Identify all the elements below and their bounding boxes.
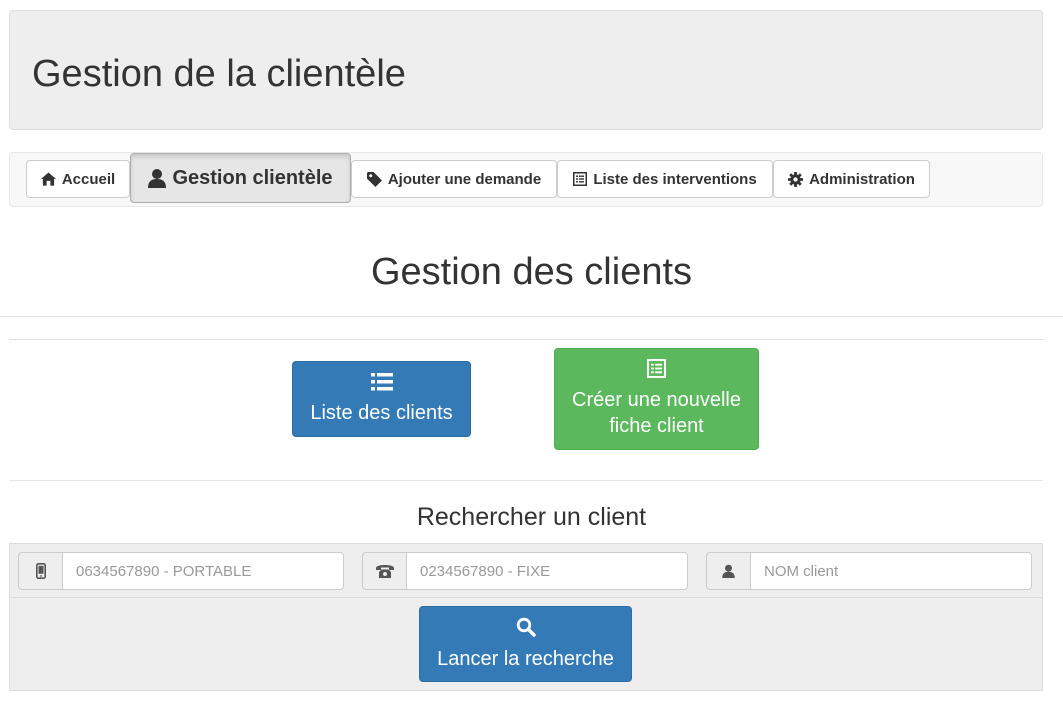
mobile-input-group (18, 552, 344, 590)
name-input-group (706, 552, 1032, 590)
search-submit-label: Lancer la recherche (437, 647, 614, 670)
nav-administration-label: Administration (809, 170, 915, 188)
nav-liste-interventions-label: Liste des interventions (593, 170, 757, 188)
search-icon (516, 617, 536, 644)
create-client-button[interactable]: Créer une nouvelle fiche client (554, 348, 759, 450)
header-jumbotron: Gestion de la clientèle (9, 10, 1043, 130)
list-alt-icon (573, 172, 588, 186)
create-client-label-line1: Créer une nouvelle (572, 389, 741, 411)
landline-phone-input[interactable] (406, 552, 688, 590)
client-list-button[interactable]: Liste des clients (292, 361, 471, 437)
app-title: Gestion de la clientèle (32, 53, 406, 95)
client-name-input[interactable] (750, 552, 1032, 590)
create-client-label-line2: fiche client (609, 415, 704, 437)
page-header-divider (0, 316, 1063, 317)
user-icon (148, 168, 167, 188)
search-section-divider (9, 480, 1043, 481)
cog-icon (788, 171, 804, 187)
nav-liste-interventions-button[interactable]: Liste des interventions (557, 160, 773, 198)
phone-icon (18, 552, 62, 590)
page-title: Gestion des clients (370, 251, 693, 293)
search-submit-button[interactable]: Lancer la recherche (419, 606, 632, 682)
nav-accueil-button[interactable]: Accueil (26, 160, 130, 198)
nav-ajouter-demande-label: Ajouter une demande (387, 170, 542, 188)
list-alt-icon (647, 359, 666, 385)
landline-input-group (362, 552, 688, 590)
search-panel-divider (9, 597, 1043, 598)
telephone-icon (362, 552, 406, 590)
section-divider (9, 339, 1043, 340)
tag-icon (366, 171, 382, 187)
nav-accueil-label: Accueil (61, 170, 116, 188)
nav-gestion-clientele-label: Gestion clientèle (172, 166, 333, 189)
mobile-phone-input[interactable] (62, 552, 344, 590)
user-icon (706, 552, 750, 590)
list-icon (370, 372, 393, 398)
page-header: Gestion des clients (0, 250, 1063, 294)
nav-gestion-clientele-button[interactable]: Gestion clientèle (130, 153, 351, 203)
search-title: Rechercher un client (416, 503, 647, 531)
client-list-label: Liste des clients (310, 402, 453, 424)
nav-ajouter-demande-button[interactable]: Ajouter une demande (351, 160, 557, 198)
home-icon (40, 172, 56, 186)
main-nav: Accueil Gestion clientèle Ajouter une de… (9, 152, 1043, 207)
nav-administration-button[interactable]: Administration (773, 160, 930, 198)
